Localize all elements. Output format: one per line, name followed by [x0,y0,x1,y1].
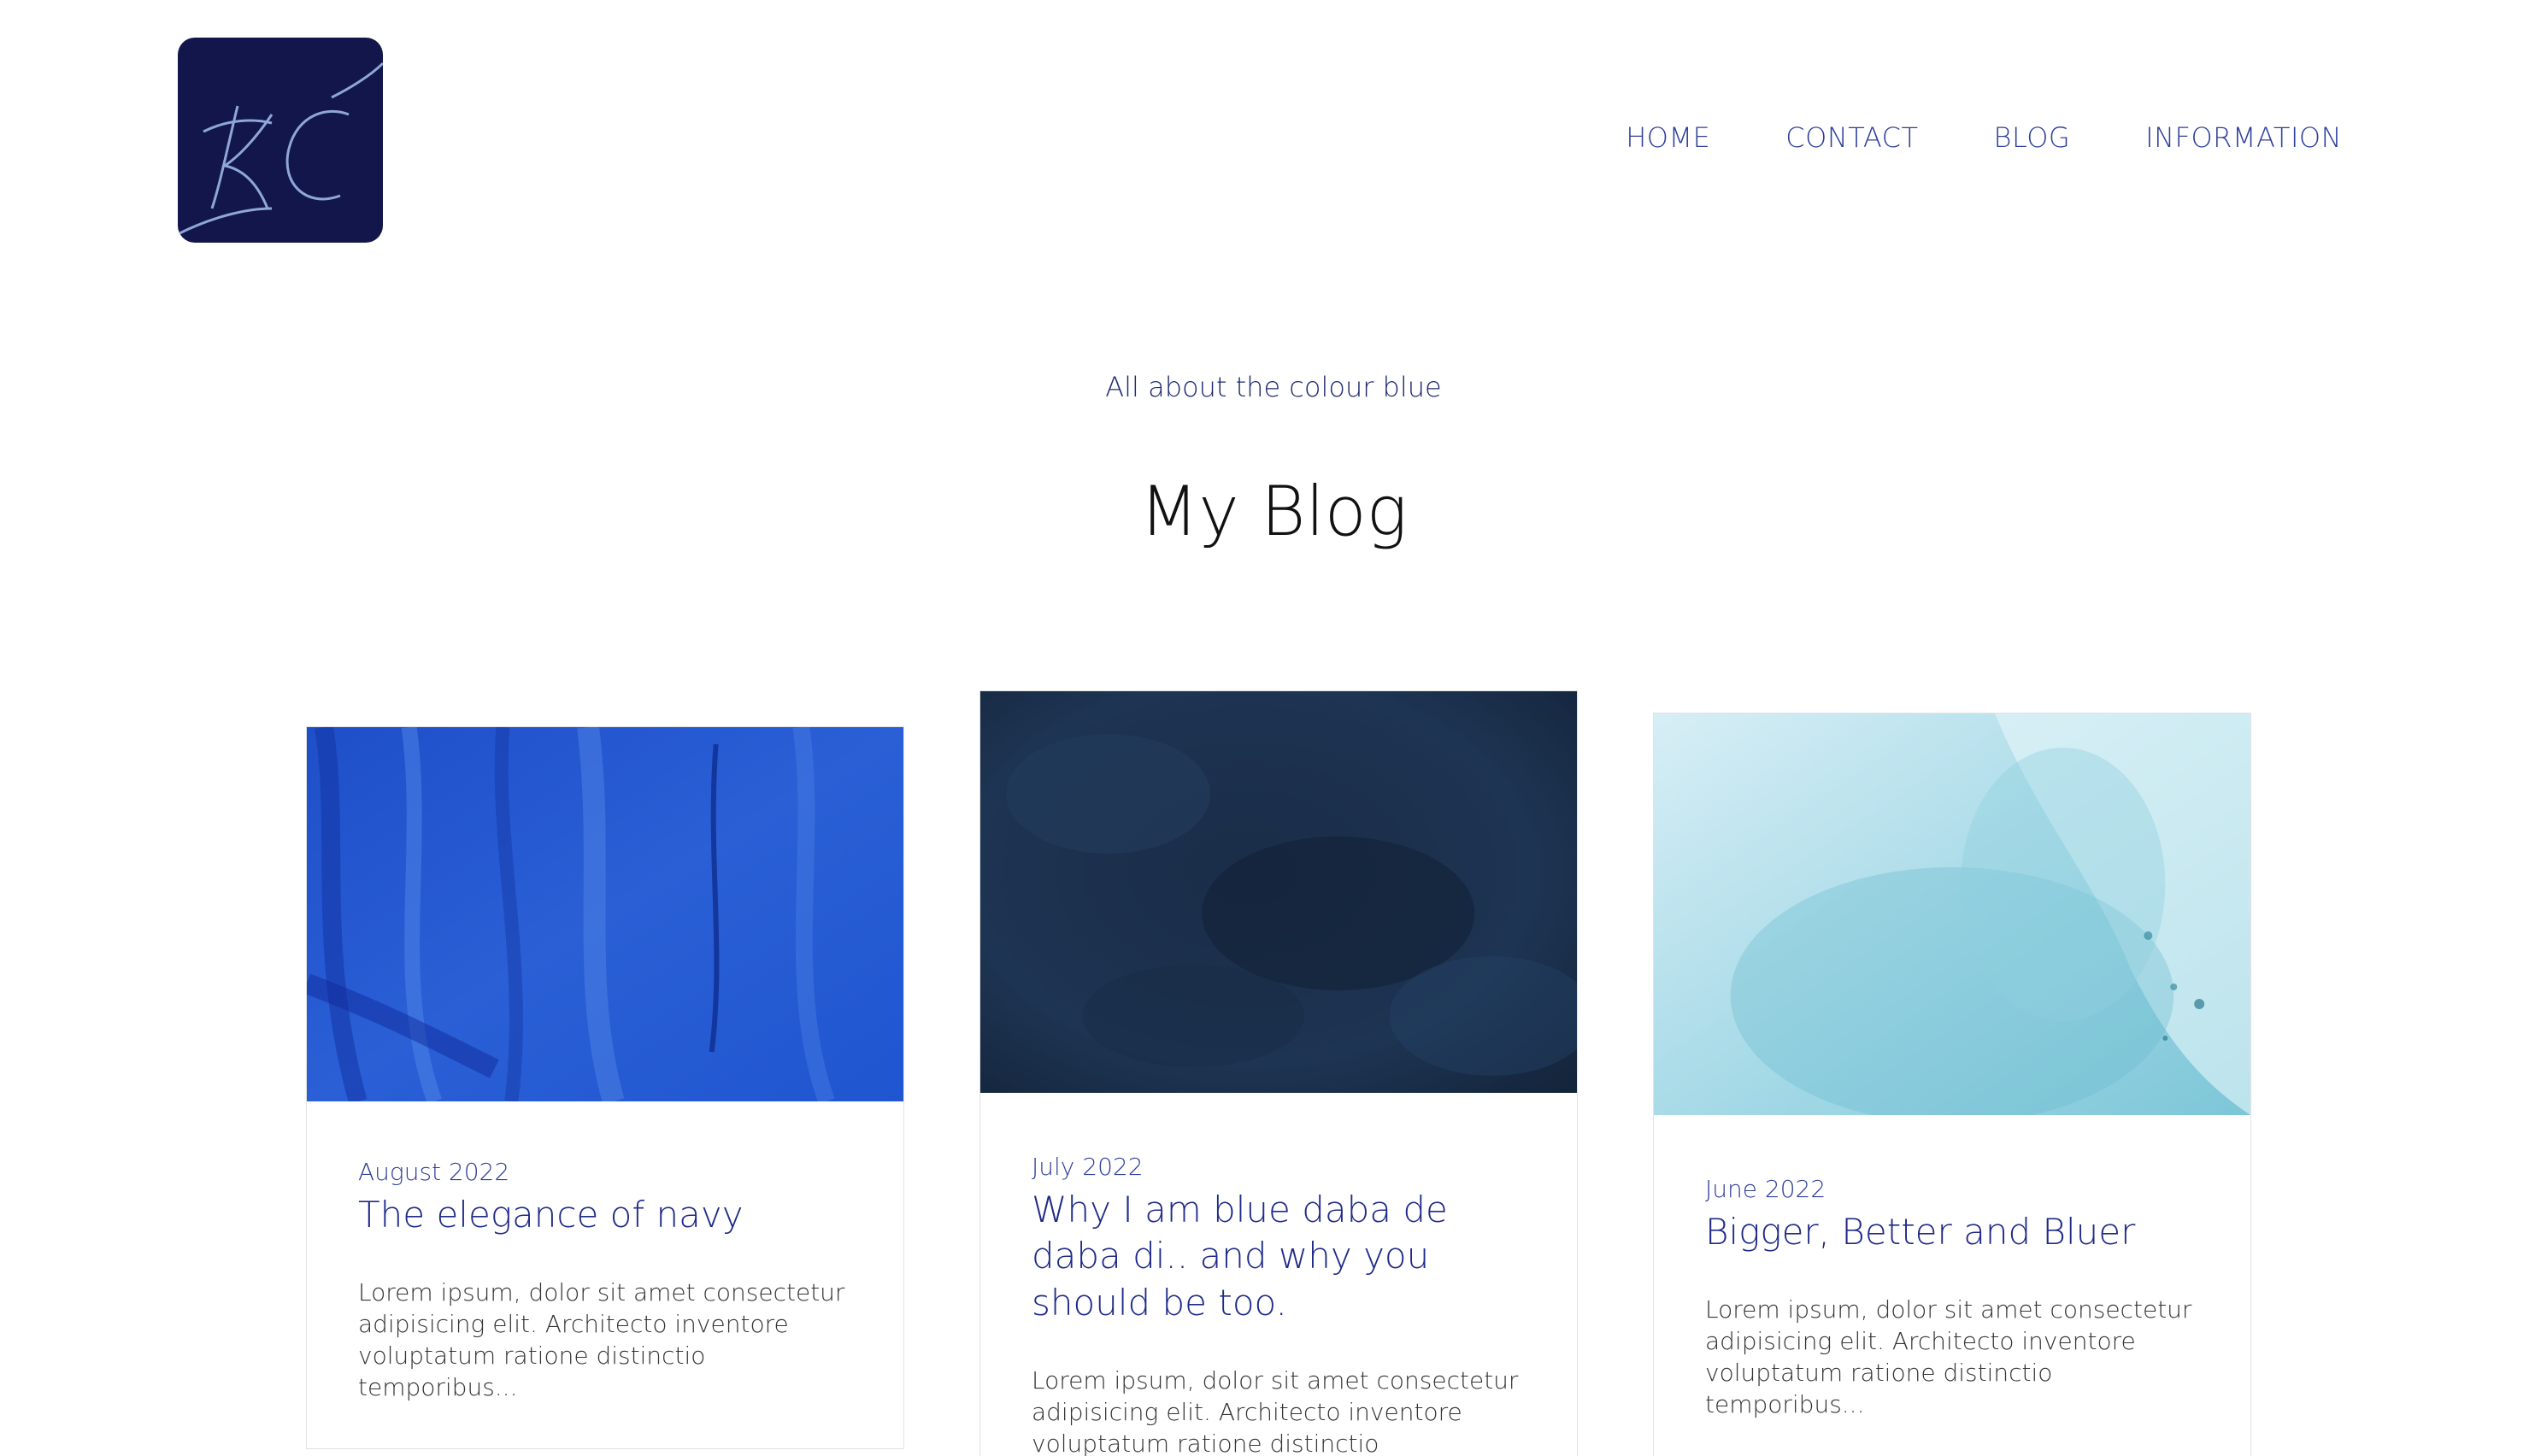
post-title[interactable]: Bigger, Better and Bluer [1705,1209,2199,1256]
card-body: June 2022 Bigger, Better and Bluer Lorem… [1654,1175,2250,1421]
card-image-blue-paint[interactable] [307,727,903,1101]
blog-card-blue-daba[interactable]: July 2022 Why I am blue daba de daba di.… [979,690,1578,1456]
card-body: July 2022 Why I am blue daba de daba di.… [980,1153,1577,1456]
page: HOME CONTACT BLOG INFORMATION All about … [0,0,2547,1456]
post-excerpt: Lorem ipsum, dolor sit amet consectetur … [1705,1295,2192,1419]
card-image-aqua-wash[interactable] [1654,713,2250,1115]
post-excerpt: Lorem ipsum, dolor sit amet consectetur … [358,1278,845,1402]
tagline: All about the colour blue [1105,371,1442,403]
post-title[interactable]: Why I am blue daba de daba di.. and why … [1032,1187,1526,1327]
kc-monogram-logo [178,62,383,236]
post-date: August 2022 [358,1158,510,1186]
nav-blog[interactable]: BLOG [1994,121,2071,154]
nav-contact[interactable]: CONTACT [1785,121,1918,154]
page-title: My Blog [1139,472,1408,551]
post-date: June 2022 [1705,1175,1826,1203]
blog-card-navy[interactable]: August 2022 The elegance of navy Lorem i… [306,726,904,1449]
site-logo[interactable] [178,38,383,243]
post-excerpt: Lorem ipsum, dolor sit amet consectetur … [1032,1366,1519,1456]
post-date: July 2022 [1032,1153,1144,1181]
card-body: August 2022 The elegance of navy Lorem i… [307,1158,903,1404]
main-nav: HOME CONTACT BLOG INFORMATION [1626,121,2342,154]
card-image-dark-texture[interactable] [980,691,1577,1093]
nav-home[interactable]: HOME [1626,121,1710,154]
blog-card-bluer[interactable]: June 2022 Bigger, Better and Bluer Lorem… [1653,713,2251,1456]
post-title[interactable]: The elegance of navy [358,1192,852,1239]
nav-information[interactable]: INFORMATION [2145,121,2342,154]
